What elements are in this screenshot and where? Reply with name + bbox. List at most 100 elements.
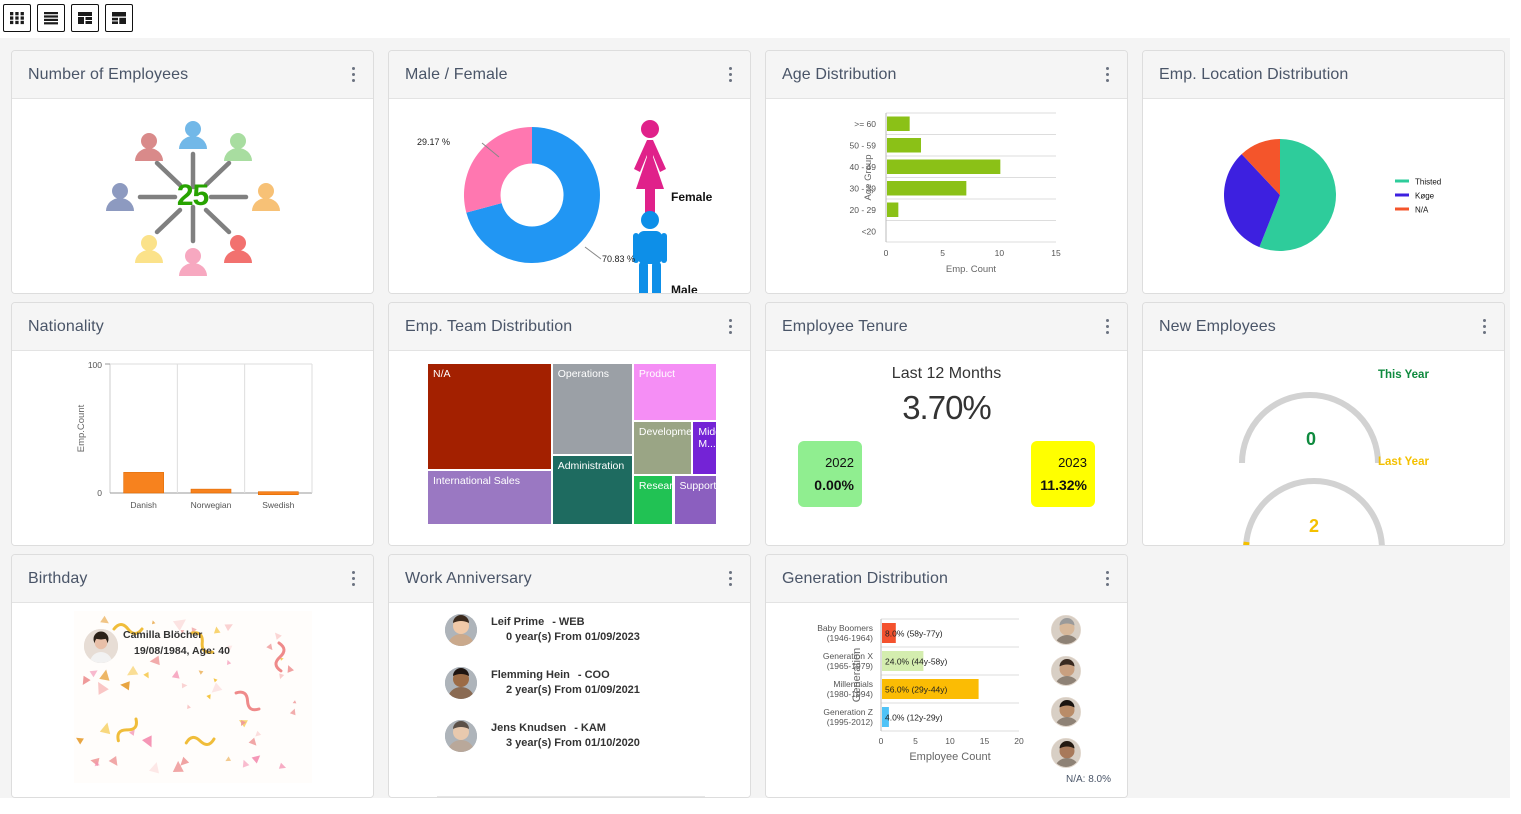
treemap-tile[interactable]: N/A	[427, 363, 552, 470]
card-menu-icon[interactable]	[1102, 61, 1113, 88]
card-menu-icon[interactable]	[725, 61, 736, 88]
avatar	[84, 629, 118, 663]
avatar	[1051, 615, 1081, 645]
card-body: Leif Prime - WEB 0 year(s) From 01/09/2023…	[389, 603, 750, 797]
svg-text:24.0% (44y-58y): 24.0% (44y-58y)	[885, 657, 948, 667]
tenure-chip-year: 2023	[1058, 455, 1087, 470]
male-percentage-label: 70.83 %	[602, 254, 636, 264]
treemap-tile-label: Administration	[557, 460, 625, 473]
card-body: Danish Norwegian Swedish 100 0 Emp.Count	[12, 351, 373, 545]
svg-text:Emp.Count: Emp.Count	[76, 404, 87, 452]
svg-text:50 - 59: 50 - 59	[850, 140, 877, 150]
layout-split-icon[interactable]	[71, 4, 99, 32]
layout-mixed-icon[interactable]	[105, 4, 133, 32]
card-header: Nationality	[12, 303, 373, 351]
svg-text:Emp. Count: Emp. Count	[946, 264, 997, 275]
anniversary-detail: 3 year(s) From 01/10/2020	[506, 737, 640, 749]
svg-text:(1946-1964): (1946-1964)	[827, 633, 873, 643]
svg-text:15: 15	[980, 736, 990, 746]
location-pie-chart: Thisted Køge N/A	[1224, 139, 1441, 251]
female-legend-label: Female	[671, 190, 713, 204]
svg-text:4.0% (12y-29y): 4.0% (12y-29y)	[885, 713, 943, 723]
treemap-tile[interactable]: Operations	[551, 363, 633, 456]
svg-text:Swedish: Swedish	[262, 500, 294, 510]
svg-text:Danish: Danish	[130, 500, 157, 510]
treemap-tile[interactable]: International Sales	[427, 469, 552, 525]
anniversary-detail: 2 year(s) From 01/09/2021	[506, 684, 640, 696]
layout-grid-icon[interactable]	[3, 4, 31, 32]
svg-text:0: 0	[879, 736, 884, 746]
page-title: Generation Distribution	[782, 569, 948, 587]
list-item[interactable]: Flemming Hein - COO 2 year(s) From 01/09/2…	[437, 664, 705, 717]
female-percentage-label: 29.17 %	[417, 137, 451, 147]
treemap-tile[interactable]: Support	[673, 474, 717, 525]
svg-text:(1995-2012): (1995-2012)	[827, 717, 873, 727]
employee-network-graphic: 25	[12, 99, 373, 293]
treemap-tile[interactable]: Middle M...	[692, 421, 717, 475]
page-title: Age Distribution	[782, 65, 897, 83]
list-item[interactable]: Jens Knudsen - KAM 3 year(s) From 01/10/20…	[437, 717, 705, 770]
svg-text:Køge: Køge	[1415, 192, 1435, 201]
gauge-this-year-value: 0	[1306, 429, 1317, 449]
card-menu-icon[interactable]	[1102, 565, 1113, 592]
card-body: 29.17 % 70.83 % Female Male	[389, 99, 750, 293]
card-header: Age Distribution	[766, 51, 1127, 99]
card-menu-icon[interactable]	[725, 565, 736, 592]
avatar	[1051, 697, 1081, 727]
layout-rows-icon[interactable]	[37, 4, 65, 32]
card-body: N/A Operations Product International Sales A…	[389, 351, 750, 545]
card-birthday: Birthday Camilla Blöcher 19/08/1984, Age…	[11, 554, 374, 798]
card-body: Thisted Køge N/A	[1143, 99, 1504, 293]
tenure-chip-year: 2022	[825, 455, 854, 470]
birthday-person-name: Camilla Blöcher	[123, 629, 203, 641]
svg-text:(1965-1979): (1965-1979)	[827, 661, 873, 671]
card-header: Emp. Location Distribution	[1143, 51, 1504, 99]
generation-avatars	[1051, 615, 1087, 779]
anniversary-person-role: - KAM	[574, 722, 606, 734]
age-distribution-chart: >= 6050 - 5940 - 4930 - 3920 - 29<200 5 10…	[850, 112, 1061, 275]
card-work-anniversary: Work Anniversary Leif Prime - WEB 0 year(s…	[388, 554, 751, 798]
page-title: Emp. Location Distribution	[1159, 65, 1349, 83]
svg-text:Baby Boomers: Baby Boomers	[817, 623, 873, 633]
card-body: 25	[12, 99, 373, 293]
card-team-distribution: Emp. Team Distribution N/A Operations Prod…	[388, 302, 751, 546]
card-age-distribution: Age Distribution >= 60 50 - 59 40 - 49 30 -…	[765, 50, 1128, 294]
card-male-female: Male / Female 29.17 % 70.83 % Female Mal…	[388, 50, 751, 294]
card-menu-icon[interactable]	[725, 313, 736, 340]
svg-text:Age Group: Age Group	[863, 155, 874, 201]
list-item[interactable]: Leif Prime - WEB 0 year(s) From 01/09/2023	[437, 611, 705, 664]
card-menu-icon[interactable]	[348, 61, 359, 88]
svg-text:Employee Count: Employee Count	[909, 751, 990, 763]
card-menu-icon[interactable]	[348, 565, 359, 592]
svg-text:15: 15	[1051, 248, 1061, 258]
gauge-last-year-value: 2	[1309, 516, 1320, 536]
svg-text:56.0% (29y-44y): 56.0% (29y-44y)	[885, 685, 948, 695]
card-body: Last 12 Months 3.70% 2022 0.00% 2023 11.…	[766, 351, 1127, 545]
card-grid: Number of Employees 25 Male / Female 29.…	[0, 46, 1510, 802]
treemap-tile[interactable]: Research	[632, 474, 674, 525]
treemap-tile-label: Operations	[557, 368, 610, 380]
svg-text:10: 10	[945, 736, 955, 746]
svg-text:100: 100	[88, 360, 102, 370]
treemap-tile[interactable]: Administration	[551, 455, 633, 525]
svg-text:N/A: N/A	[1415, 206, 1429, 215]
treemap-tile-label: Support	[679, 479, 717, 492]
card-body: Camilla Blöcher 19/08/1984, Age: 40	[12, 603, 373, 797]
card-generation-distribution: Generation Distribution 8.0% (58y-77y) Ba…	[765, 554, 1128, 798]
tenure-year-chips: 2022 0.00% 2023 11.32%	[766, 427, 1127, 507]
treemap-tile[interactable]: Product	[632, 363, 717, 422]
svg-text:20: 20	[1014, 736, 1024, 746]
card-header: Birthday	[12, 555, 373, 603]
layout-toolbar	[0, 0, 133, 40]
gender-donut-chart: 29.17 % 70.83 % Female Male	[389, 99, 750, 293]
team-treemap: N/A Operations Product International Sales A…	[427, 363, 717, 525]
gauge-this-year-label: This Year	[1378, 369, 1429, 381]
avatar	[1051, 738, 1081, 768]
page-title: Number of Employees	[28, 65, 189, 83]
card-menu-icon[interactable]	[1479, 313, 1490, 340]
treemap-tile-label: Development	[638, 426, 693, 439]
card-menu-icon[interactable]	[1102, 313, 1113, 340]
tenure-chip-value: 11.32%	[1040, 477, 1087, 493]
male-legend-label: Male	[671, 283, 698, 293]
treemap-tile[interactable]: Development	[632, 421, 693, 475]
